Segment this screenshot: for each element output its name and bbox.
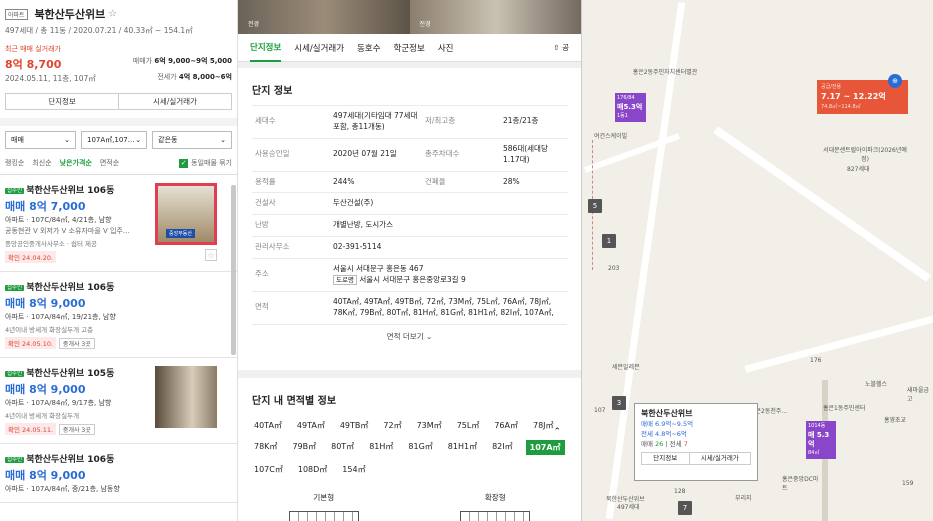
listing-item[interactable]: 집주인 북한산두산위브 106동 매매 8억 9,000 아파트 · 107A/8…	[0, 272, 237, 358]
listing-thumbnail[interactable]: 중앙부동산	[155, 183, 217, 245]
jeonse-range: 4억 8,000~6억	[178, 73, 232, 81]
floor-plan-extended[interactable]	[460, 511, 531, 521]
plan-label-basic: 기본형	[313, 493, 335, 502]
map-label: 여건스케이빌	[594, 133, 628, 140]
favorite-star-icon[interactable]: ☆	[108, 9, 117, 20]
area-chip[interactable]: 108D㎡	[296, 463, 329, 476]
area-chip[interactable]: 49TB㎡	[338, 419, 371, 432]
map-view[interactable]: 홍은2동주민자치센터별관 여건스케이빌 서대문센트럴아이파크(2026년예정) …	[582, 0, 933, 521]
building-select[interactable]: 같은동 ⌄	[152, 131, 232, 149]
price-history-button[interactable]: 시세/실거래가	[119, 94, 231, 109]
sort-latest[interactable]: 최신순	[32, 158, 51, 168]
area-chip[interactable]: 73M㎡	[415, 419, 444, 432]
map-label: 홍은중앙DC마트	[782, 476, 819, 492]
map-label: 홍은2동주민자치센터별관	[632, 69, 698, 76]
favorite-star-icon[interactable]: ☆	[205, 249, 217, 261]
area-chip[interactable]: 72㎡	[381, 419, 403, 432]
popup-price-button[interactable]: 시세/실거래가	[690, 453, 750, 464]
area-chip[interactable]: 49TA㎡	[295, 419, 327, 432]
listing-item[interactable]: 집주인 북한산두산위브 105동 매매 8억 9,000 아파트 · 107A/8…	[0, 358, 237, 444]
share-button[interactable]: ⇧ 공	[553, 42, 569, 53]
area-chip[interactable]: 80T㎡	[329, 440, 356, 455]
area-chip[interactable]: 78J㎡	[531, 419, 556, 432]
type-badge: 아파트	[5, 8, 28, 20]
map-label: 497세대	[617, 504, 640, 511]
tab-photos[interactable]: 사진	[438, 42, 454, 54]
tab-price[interactable]: 시세/실거래가	[294, 42, 344, 54]
cluster-count[interactable]: 1	[602, 234, 616, 248]
price-marker[interactable]: 1014동 매 5.3억 84㎡	[806, 421, 836, 459]
area-chip[interactable]: 82I㎡	[490, 440, 515, 455]
area-chip[interactable]: 75L㎡	[455, 419, 482, 432]
sort-low-price[interactable]: 낮은가격순	[60, 158, 92, 168]
area-section-title: 단지 내 면적별 정보	[252, 396, 337, 407]
area-chip[interactable]: 107C㎡	[252, 463, 285, 476]
listing-item[interactable]: 집주인 북한산두산위브 106동 매매 8억 7,000 아파트 · 107C/8…	[0, 175, 237, 272]
area-chip[interactable]: 81G㎡	[406, 440, 434, 455]
area-chip-selected[interactable]: 107A㎡	[525, 440, 565, 455]
complex-info-button[interactable]: 단지정보	[6, 94, 119, 109]
tab-school[interactable]: 학군정보	[394, 42, 425, 54]
area-chip[interactable]: 79B㎡	[290, 440, 318, 455]
collapse-icon[interactable]: ⌃	[553, 427, 561, 437]
map-label: 새마을금고	[907, 387, 930, 403]
plan-label-extended: 확장형	[484, 493, 506, 502]
section-title: 단지 정보	[252, 86, 293, 97]
detail-tabs: 단지정보 시세/실거래가 동호수 학군정보 사진 ⇧ 공	[238, 34, 581, 62]
trade-type-select[interactable]: 매매 ⌄	[5, 131, 77, 149]
area-chip[interactable]: 81H㎡	[367, 440, 395, 455]
area-chip[interactable]: 154㎡	[340, 463, 367, 476]
complex-popup[interactable]: 북한산두산위브 매매 6.9억~9.5억 전세 4.8억~6억 매매 26 | …	[634, 403, 758, 481]
map-label: 홍영초교	[884, 417, 907, 424]
area-chip[interactable]: 81H1㎡	[446, 440, 479, 455]
sort-area[interactable]: 면적순	[100, 158, 119, 168]
map-label: 서대문센트럴아이파크(2026년예정)	[823, 147, 907, 163]
tab-complex-info[interactable]: 단지정보	[250, 34, 282, 62]
recent-date: 2024.05.11, 11층, 107㎡	[5, 74, 96, 83]
group-toggle[interactable]: ✓ 동일매물 묶기	[179, 158, 232, 168]
complex-title: 북한산두산위브	[34, 8, 106, 21]
map-label: 노블헬스	[865, 381, 888, 388]
photo-strip[interactable]: 전경 전경	[238, 0, 581, 34]
cluster-count[interactable]: 5	[588, 199, 602, 213]
recent-label: 최근 매매 실거래가	[5, 45, 61, 53]
area-chip[interactable]: 40TA㎡	[252, 419, 284, 432]
cluster-count[interactable]: 3	[612, 396, 626, 410]
recent-price: 8억 8,700	[5, 58, 62, 71]
complex-info-table: 세대수 497세대(기타임대 77세대 포함, 총11개동) 저/최고층 21층/21…	[252, 105, 568, 324]
detail-panel: 전경 전경 단지정보 시세/실거래가 동호수 학군정보 사진 ⇧ 공 단지 정보…	[238, 0, 582, 521]
area-chip-list: 40TA㎡ 49TA㎡ 49TB㎡ 72㎡ 73M㎡ 75L㎡ 76A㎡ 78J…	[238, 415, 581, 480]
listing-item[interactable]: 집주인 북한산두산위브 106동 매매 8억 9,000 아파트 · 107A/8…	[0, 444, 237, 503]
price-marker[interactable]: 176/84 매5.3억 1동1	[615, 93, 646, 122]
checkbox-icon: ✓	[179, 158, 189, 168]
sale-range: 6억 9,000~9억 5,000	[154, 57, 232, 65]
jeonse-label: 전세가	[157, 73, 177, 81]
complex-summary: 497세대 / 총 11동 / 2020.07.21 / 40.33㎡ ~ 15…	[5, 26, 193, 35]
map-label: 세븐일레븐	[612, 364, 640, 371]
floor-plan-basic[interactable]	[288, 511, 359, 521]
map-label: 홍은1동주민센터	[823, 405, 866, 412]
transit-icon[interactable]: ⊕	[888, 74, 902, 88]
sale-label: 매매가	[132, 57, 153, 65]
popup-info-button[interactable]: 단지정보	[642, 453, 690, 464]
area-select[interactable]: 107A㎡,107... ⌄	[81, 131, 148, 149]
cluster-count[interactable]: 7	[678, 501, 692, 515]
map-label: 827세대	[847, 166, 870, 173]
more-area-button[interactable]: 면적 더보기 ⌄	[252, 323, 567, 342]
sort-ranking[interactable]: 랭킹순	[5, 158, 24, 168]
area-chip[interactable]: 78K㎡	[252, 440, 279, 455]
map-road	[744, 314, 933, 373]
tab-units[interactable]: 동호수	[357, 42, 380, 54]
map-label: 부리지	[735, 495, 752, 502]
listing-panel: 아파트 북한산두산위브 ☆ 497세대 / 총 11동 / 2020.07.21…	[0, 0, 238, 521]
area-chip[interactable]: 76A㎡	[492, 419, 520, 432]
scrollbar[interactable]	[231, 185, 236, 355]
listing-thumbnail[interactable]	[155, 366, 217, 428]
